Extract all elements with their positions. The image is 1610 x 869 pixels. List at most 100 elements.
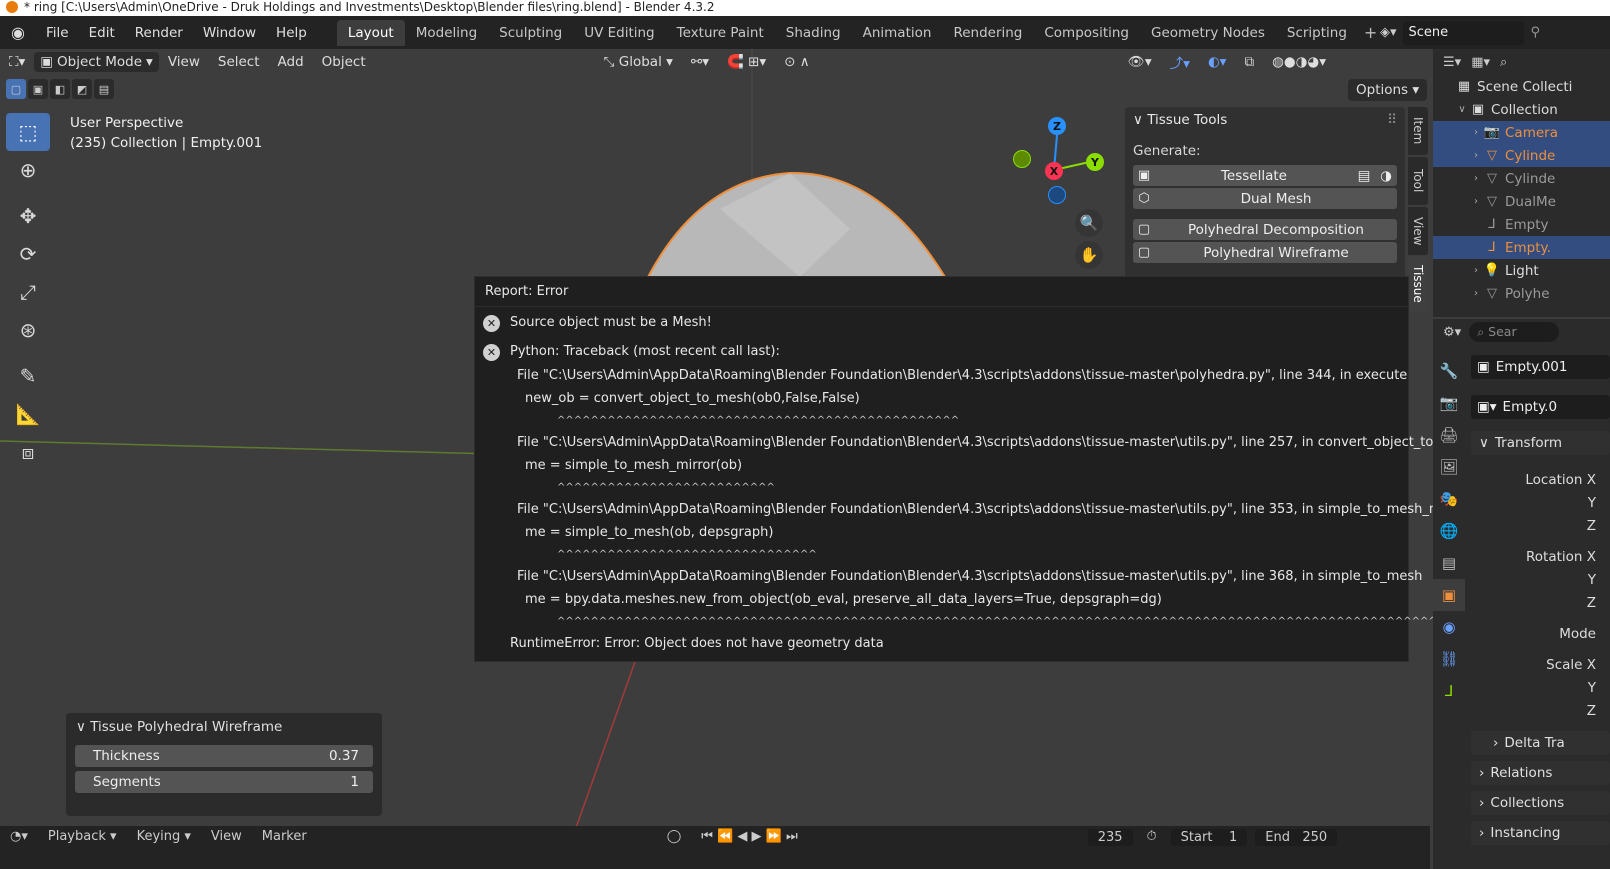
menu-window[interactable]: Window	[193, 25, 266, 41]
scene-name-field[interactable]: Scene	[1402, 20, 1525, 45]
select-invert-icon[interactable]: ◩	[72, 79, 92, 99]
tab-texture-paint[interactable]: Texture Paint	[666, 20, 775, 46]
object-name-field[interactable]: ▣ Empty.001	[1471, 355, 1610, 379]
archive-icon[interactable]: ▤	[1353, 168, 1375, 184]
scene-icon[interactable]: ◈▾	[1380, 25, 1397, 40]
data-tab-icon[interactable]: ⅃	[1433, 675, 1465, 707]
menu-render[interactable]: Render	[125, 25, 193, 41]
physics-tab-icon[interactable]: ◉	[1433, 611, 1465, 643]
expand-chevron-icon[interactable]: ›	[1469, 150, 1483, 161]
menu-select[interactable]: Select	[209, 52, 269, 72]
outliner-item[interactable]: ⅃ Empty	[1433, 213, 1610, 236]
outliner-item[interactable]: › 💡 Light	[1433, 259, 1610, 282]
display-mode-icon[interactable]: ▦▾	[1471, 55, 1490, 70]
outliner-editor-icon[interactable]: ☰▾	[1443, 55, 1461, 70]
thickness-field[interactable]: Thickness 0.37	[75, 745, 373, 767]
select-intersect-icon[interactable]: ▤	[94, 79, 114, 99]
properties-search-input[interactable]: ⌕ Sear	[1469, 322, 1560, 342]
menu-file[interactable]: File	[36, 25, 79, 41]
snap-icon[interactable]: 🧲 ⊞▾	[718, 52, 775, 72]
tool-tab-icon[interactable]: 🔧	[1433, 355, 1465, 387]
outliner-search-icon[interactable]: ⌕	[1500, 55, 1507, 70]
select-extend-icon[interactable]: ▣	[28, 79, 48, 99]
overlays-icon[interactable]: ◐▾	[1199, 52, 1236, 72]
tab-modeling[interactable]: Modeling	[405, 20, 488, 46]
pan-hand-icon[interactable]: ✋	[1075, 241, 1103, 269]
shading-modes-icon[interactable]: ◍●◑◕▾	[1263, 52, 1335, 72]
cursor-tool-icon[interactable]: ⊕	[6, 151, 50, 189]
tab-scripting[interactable]: Scripting	[1276, 20, 1358, 46]
transform-tool-icon[interactable]: ⊛	[6, 311, 50, 349]
constraints-tab-icon[interactable]: ⛓	[1433, 643, 1465, 675]
tessellate-button[interactable]: ▣ Tessellate ▤ ◑	[1133, 165, 1397, 186]
tab-tissue[interactable]: Tissue	[1408, 257, 1428, 311]
proportional-edit-icon[interactable]: ⊙ ∧	[775, 52, 818, 72]
expand-chevron-icon[interactable]: ›	[1469, 173, 1483, 184]
tab-animation[interactable]: Animation	[852, 20, 943, 46]
playback-controls-icon[interactable]: ⏮ ⏪ ◀ ▶ ⏩ ⏭	[691, 829, 807, 844]
expand-chevron-icon[interactable]: ›	[1469, 196, 1483, 207]
menu-view[interactable]: View	[159, 52, 209, 72]
current-frame-field[interactable]: 235	[1087, 829, 1133, 846]
move-tool-icon[interactable]: ✥	[6, 197, 50, 235]
pin-icon[interactable]: ⚲	[1530, 25, 1540, 40]
properties-editor-icon[interactable]: ⚙▾	[1443, 325, 1461, 340]
zoom-icon[interactable]: 🔍	[1075, 209, 1103, 237]
gizmo-z-axis[interactable]: Z	[1048, 117, 1066, 135]
stopwatch-icon[interactable]: ⏱	[1137, 829, 1167, 844]
collection-tab-icon[interactable]: ▤	[1433, 547, 1465, 579]
outliner-item[interactable]: › ▽ Polyhe	[1433, 282, 1610, 305]
timeline-view-menu[interactable]: View	[201, 829, 252, 844]
blender-menu-icon[interactable]: ◉	[0, 16, 36, 49]
marker-menu[interactable]: Marker	[252, 829, 317, 844]
tab-view[interactable]: View	[1408, 207, 1428, 255]
outliner-item[interactable]: ▦ Scene Collecti	[1433, 75, 1610, 98]
gizmo-neg-y-axis[interactable]	[1013, 150, 1031, 168]
outliner-item[interactable]: ∨ ▣ Collection	[1433, 98, 1610, 121]
expand-chevron-icon[interactable]: ›	[1469, 288, 1483, 299]
object-tab-icon[interactable]: ▣	[1433, 579, 1465, 611]
scene-tab-icon[interactable]: 🎭	[1433, 483, 1465, 515]
gizmo-toggle-icon[interactable]: ⤴▾	[1161, 50, 1199, 74]
relations-section[interactable]: › Relations	[1471, 761, 1610, 785]
world-tab-icon[interactable]: 🌐	[1433, 515, 1465, 547]
gizmo-x-axis[interactable]: X	[1045, 162, 1063, 180]
end-frame-field[interactable]: End 250	[1255, 829, 1338, 846]
outliner-item[interactable]: › ▽ Cylinde	[1433, 167, 1610, 190]
tab-tool[interactable]: Tool	[1408, 157, 1428, 205]
menu-object[interactable]: Object	[313, 52, 375, 72]
rotate-tool-icon[interactable]: ⟳	[6, 235, 50, 273]
annotate-tool-icon[interactable]: ✎	[6, 357, 50, 395]
tab-shading[interactable]: Shading	[775, 20, 852, 46]
expand-chevron-icon[interactable]: ›	[1469, 127, 1483, 138]
transform-section[interactable]: ∨ Transform	[1471, 431, 1610, 455]
playback-menu[interactable]: Playback ▾	[38, 829, 127, 844]
timeline-editor-icon[interactable]: ◔▾	[0, 829, 38, 844]
xray-icon[interactable]: ⧉	[1235, 52, 1263, 72]
expand-chevron-icon[interactable]: ›	[1469, 265, 1483, 276]
add-cube-tool-icon[interactable]: ⧈	[6, 433, 50, 471]
transform-orientation[interactable]: ⤡ Global ▾	[595, 52, 682, 72]
record-icon[interactable]: ◯	[657, 829, 692, 844]
tab-layout[interactable]: Layout	[336, 19, 405, 46]
tab-sculpting[interactable]: Sculpting	[488, 20, 573, 46]
outliner-item[interactable]: › ▽ Cylinde	[1433, 144, 1610, 167]
outliner-item[interactable]: ⅃ Empty.	[1433, 236, 1610, 259]
delta-transform-section[interactable]: › Delta Tra	[1471, 731, 1610, 755]
tab-rendering[interactable]: Rendering	[942, 20, 1033, 46]
segments-field[interactable]: Segments 1	[75, 771, 373, 793]
select-new-icon[interactable]: ▢	[6, 79, 26, 99]
operator-panel-header[interactable]: ∨ Tissue Polyhedral Wireframe	[66, 713, 382, 741]
measure-tool-icon[interactable]: 📐	[6, 395, 50, 433]
render-tab-icon[interactable]: 📷	[1433, 387, 1465, 419]
output-tab-icon[interactable]: 🖨	[1433, 419, 1465, 451]
collections-section[interactable]: › Collections	[1471, 791, 1610, 815]
menu-edit[interactable]: Edit	[79, 25, 125, 41]
dual-mesh-button[interactable]: ⬡ Dual Mesh	[1133, 188, 1397, 209]
outliner-item[interactable]: › 📷 Camera	[1433, 121, 1610, 144]
expand-chevron-icon[interactable]: ∨	[1455, 104, 1469, 115]
outliner-item[interactable]: › ▽ DualMe	[1433, 190, 1610, 213]
tab-uv-editing[interactable]: UV Editing	[573, 20, 665, 46]
menu-add[interactable]: Add	[269, 52, 313, 72]
select-subtract-icon[interactable]: ◧	[50, 79, 70, 99]
